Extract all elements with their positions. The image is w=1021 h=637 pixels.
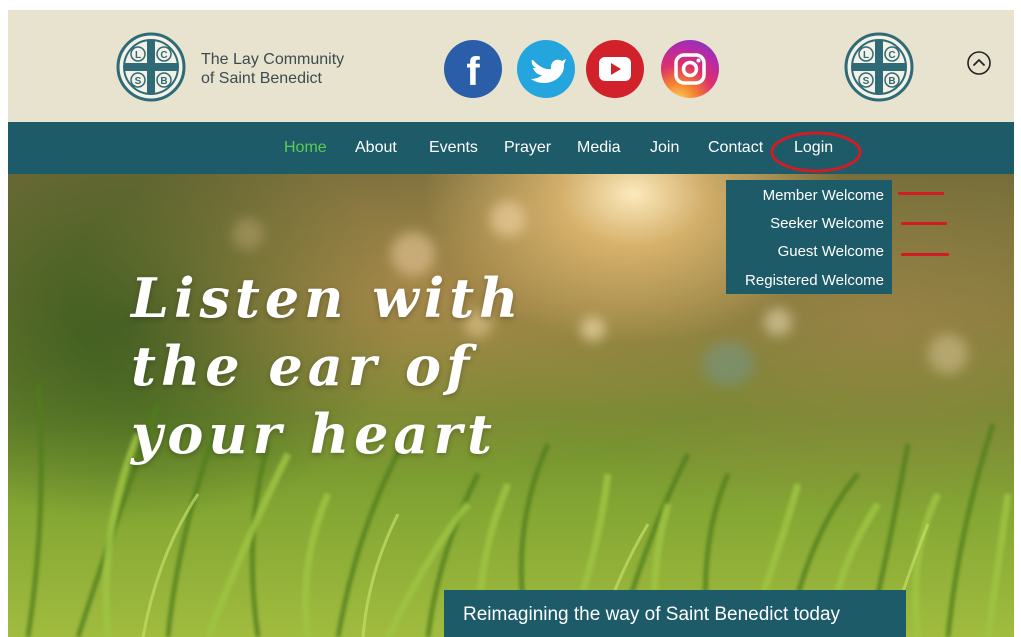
youtube-icon	[599, 57, 631, 81]
instagram-icon	[674, 53, 706, 85]
nav-item-prayer[interactable]: Prayer	[504, 139, 551, 157]
brand-line-2: of Saint Benedict	[201, 70, 322, 87]
instagram-link[interactable]	[661, 40, 719, 98]
brand-line-1: The Lay Community	[201, 51, 345, 68]
brand-name[interactable]: The Lay Community of Saint Benedict	[201, 50, 344, 88]
svg-text:C: C	[888, 50, 895, 61]
youtube-link[interactable]	[586, 40, 644, 98]
facebook-icon: f	[466, 50, 480, 94]
nav-item-events[interactable]: Events	[429, 139, 478, 157]
headline-line-1: Listen with	[131, 266, 524, 330]
facebook-link[interactable]: f	[444, 40, 502, 98]
hero-caption: Reimagining the way of Saint Benedict to…	[463, 604, 841, 625]
svg-text:L: L	[863, 50, 869, 61]
headline-line-3: your heart	[131, 402, 497, 466]
annotation-line	[901, 222, 947, 225]
twitter-link[interactable]	[517, 40, 575, 98]
svg-text:B: B	[888, 76, 895, 87]
site-header: L C S B The Lay Community of Saint Bened…	[8, 10, 1014, 122]
menu-item-registered-welcome[interactable]: Registered Welcome	[745, 272, 884, 289]
nav-item-about[interactable]: About	[355, 139, 397, 157]
page-frame: L C S B The Lay Community of Saint Bened…	[8, 10, 1014, 637]
svg-text:C: C	[160, 50, 167, 61]
hero-headline: Listen with the ear of your heart	[131, 264, 523, 468]
nav-item-home[interactable]: Home	[284, 139, 327, 157]
nav-item-join[interactable]: Join	[650, 139, 679, 157]
twitter-icon	[531, 59, 566, 83]
login-dropdown-menu: Member Welcome Seeker Welcome Guest Welc…	[726, 180, 892, 294]
main-nav: Home About Events Prayer Media Join Cont…	[8, 122, 1014, 174]
annotation-line	[898, 192, 944, 195]
nav-item-media[interactable]: Media	[577, 139, 621, 157]
menu-item-seeker-welcome[interactable]: Seeker Welcome	[770, 215, 884, 232]
hero-caption-box: Reimagining the way of Saint Benedict to…	[444, 590, 906, 637]
menu-item-guest-welcome[interactable]: Guest Welcome	[778, 243, 884, 260]
svg-text:S: S	[135, 76, 142, 87]
svg-text:B: B	[160, 76, 167, 87]
chevron-up-icon[interactable]	[967, 51, 991, 75]
community-logo-icon: L C S B	[844, 32, 914, 102]
nav-item-contact[interactable]: Contact	[708, 139, 763, 157]
svg-text:f: f	[466, 50, 480, 94]
headline-line-2: the ear of	[131, 334, 475, 398]
annotation-line	[901, 253, 949, 256]
login-highlight-circle	[770, 131, 862, 173]
svg-text:L: L	[135, 50, 141, 61]
community-logo-icon[interactable]: L C S B	[116, 32, 186, 102]
menu-item-member-welcome[interactable]: Member Welcome	[763, 187, 884, 204]
svg-text:S: S	[863, 76, 870, 87]
